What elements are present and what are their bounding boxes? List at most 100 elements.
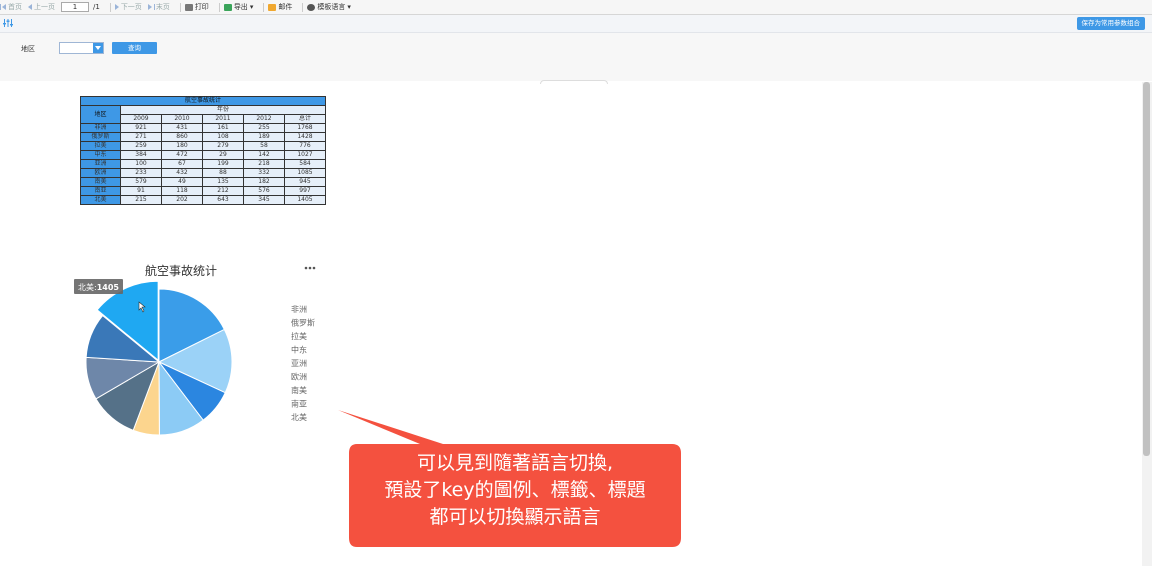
tooltip-label: 北美 — [78, 282, 94, 292]
toolbar-divider — [109, 2, 111, 12]
table-cell: 29 — [202, 150, 244, 160]
table-cell: 579 — [120, 177, 162, 187]
table-cell: 91 — [120, 186, 162, 196]
toolbar-divider — [179, 2, 181, 12]
toolbar-divider — [263, 2, 265, 12]
sliders-icon[interactable] — [3, 18, 13, 28]
first-page-button[interactable]: 首页 — [0, 2, 22, 12]
table-cell: 218 — [243, 159, 285, 169]
legend-label: 俄罗斯 — [291, 318, 315, 328]
table-cell: 271 — [120, 132, 162, 142]
legend-item[interactable]: 亚洲 — [279, 359, 307, 368]
legend-item[interactable]: 北美 — [279, 412, 307, 422]
table-cell: 1027 — [284, 150, 326, 160]
table-row: 亚洲 100 67 199 218 584 — [80, 159, 326, 169]
callout-line: 預設了key的圖例、標籤、標題 — [384, 479, 646, 501]
legend-label: 南亚 — [291, 399, 307, 409]
chevron-down-icon: ▾ — [249, 3, 254, 11]
table-row: 北美 215 202 643 345 1405 — [80, 195, 326, 205]
table-cell: 384 — [120, 150, 162, 160]
table-cell: 135 — [202, 177, 244, 187]
chart-tooltip: 北美:1405 — [74, 279, 123, 294]
page-total: /1 — [93, 3, 100, 11]
table-cell: 118 — [161, 186, 203, 196]
row-region-label: 俄罗斯 — [80, 132, 121, 142]
last-page-button[interactable]: 末页 — [147, 2, 170, 12]
year-column-header: 2012 — [243, 114, 285, 124]
legend-item[interactable]: 欧洲 — [279, 372, 307, 382]
table-cell: 1768 — [284, 123, 326, 133]
table-cell: 945 — [284, 177, 326, 187]
legend-label: 南美 — [291, 385, 307, 395]
prev-page-icon — [28, 4, 32, 10]
table-cell: 88 — [202, 168, 244, 178]
callout-line: 都可以切換顯示語言 — [429, 506, 601, 528]
table-row: 南亚 91 118 212 576 997 — [80, 186, 326, 196]
last-page-icon — [147, 4, 152, 10]
table-cell: 202 — [161, 195, 203, 205]
template-language-button[interactable]: 模板语言 ▾ — [307, 2, 351, 12]
table-cell: 180 — [161, 141, 203, 151]
collapse-panel-handle[interactable] — [540, 80, 608, 84]
more-dots-icon[interactable] — [304, 266, 316, 270]
table-row: 南美 579 49 135 182 945 — [80, 177, 326, 187]
table-cell: 142 — [243, 150, 285, 160]
table-row: 欧洲 233 432 88 332 1085 — [80, 168, 326, 178]
export-button[interactable]: 导出 ▾ — [223, 2, 254, 12]
table-cell: 576 — [243, 186, 285, 196]
table-row: 俄罗斯 271 860 108 189 1428 — [80, 132, 326, 142]
table-cell: 233 — [120, 168, 162, 178]
chevron-down-icon[interactable] — [93, 43, 103, 53]
page-number-input[interactable]: 1 — [61, 2, 89, 12]
mail-button[interactable]: 邮件 — [268, 2, 292, 12]
prev-page-button[interactable]: 上一页 — [28, 2, 55, 12]
table-cell: 431 — [161, 123, 203, 133]
legend-item[interactable]: 俄罗斯 — [279, 318, 315, 328]
year-column-header: 年份 — [120, 105, 326, 115]
row-region-label: 北美 — [80, 195, 121, 205]
table-cell: 189 — [243, 132, 285, 142]
row-region-label: 拉美 — [80, 141, 121, 151]
accident-stats-table: 航空事故统计 地区 年份 2009 2010 2011 2012 总计 非洲 921 431… — [80, 96, 326, 205]
table-cell: 584 — [284, 159, 326, 169]
table-cell: 58 — [243, 141, 285, 151]
table-cell: 215 — [120, 195, 162, 205]
table-cell: 1428 — [284, 132, 326, 142]
table-cell: 259 — [120, 141, 162, 151]
print-button[interactable]: 打印 — [184, 2, 209, 12]
pie-chart: 航空事故统计 非洲俄罗斯拉美中东亚洲欧洲南美南亚北美 北美:1405 — [74, 263, 316, 436]
toolbar-divider — [302, 2, 304, 12]
row-region-label: 亚洲 — [80, 159, 121, 169]
query-button[interactable]: 查询 — [112, 42, 157, 54]
table-cell: 776 — [284, 141, 326, 151]
save-parameter-combo-button[interactable]: 保存为常用参数组合 — [1076, 17, 1145, 30]
toolbar-divider — [218, 2, 220, 12]
chevron-down-icon: ▾ — [347, 3, 351, 11]
table-cell: 212 — [202, 186, 244, 196]
row-region-label: 南美 — [80, 177, 121, 187]
table-cell: 49 — [161, 177, 203, 187]
legend-item[interactable]: 中东 — [279, 345, 307, 355]
table-cell: 643 — [202, 195, 244, 205]
table-cell: 100 — [120, 159, 162, 169]
legend-item[interactable]: 拉美 — [279, 331, 307, 341]
legend-item[interactable]: 南亚 — [279, 399, 307, 409]
year-column-header: 2010 — [161, 114, 203, 124]
legend-label: 亚洲 — [291, 359, 307, 368]
legend-item[interactable]: 南美 — [279, 385, 307, 395]
row-region-label: 欧洲 — [80, 168, 121, 178]
legend-item[interactable]: 非洲 — [279, 304, 307, 314]
table-cell: 860 — [161, 132, 203, 142]
table-row: 中东 384 472 29 142 1027 — [80, 150, 326, 160]
row-region-label: 南亚 — [80, 186, 121, 196]
region-select[interactable] — [59, 42, 104, 54]
legend-label: 中东 — [291, 345, 307, 355]
export-icon — [223, 3, 232, 11]
legend-label: 拉美 — [291, 331, 307, 341]
table-cell: 108 — [202, 132, 244, 142]
scrollbar-thumb[interactable] — [1143, 82, 1150, 456]
pie-slices — [85, 280, 233, 436]
row-region-label: 非洲 — [80, 123, 121, 133]
next-page-button[interactable]: 下一页 — [114, 2, 142, 12]
chart-legend: 非洲俄罗斯拉美中东亚洲欧洲南美南亚北美 — [279, 304, 315, 422]
